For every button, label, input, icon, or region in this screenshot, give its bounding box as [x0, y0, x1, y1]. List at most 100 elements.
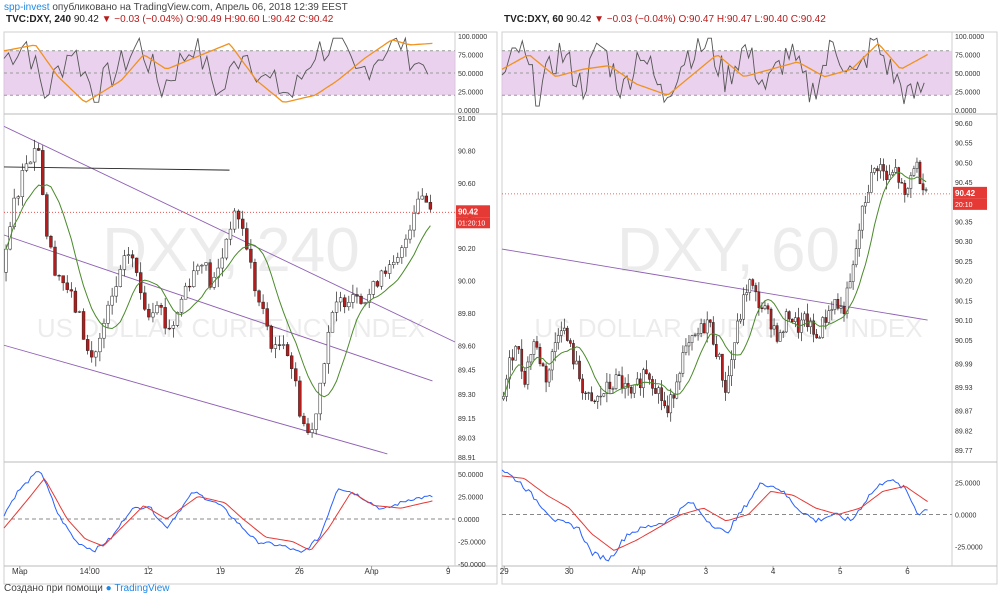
candle-bull [730, 359, 733, 377]
candle-bull [642, 369, 645, 389]
price-tick-label: 89.99 [955, 361, 973, 368]
candle-bull [532, 341, 536, 355]
price-tick-label: 90.60 [955, 121, 973, 128]
candle-bear [654, 388, 657, 394]
candle-bear [593, 400, 597, 403]
stoch-tick-label: 75.0000 [955, 53, 980, 60]
candle-bull [733, 342, 736, 360]
price-tick-label: 89.30 [458, 392, 476, 399]
candle-bull [915, 161, 919, 169]
candle-bull [314, 413, 318, 430]
candle-bear [249, 248, 253, 263]
candle-bear [424, 195, 429, 203]
candle-bear [651, 379, 654, 389]
candle-bear [45, 194, 49, 237]
charts-canvas[interactable]: TVC:DXY, 240 90.42 ▼ −0.03 (−0.04%) O:90… [0, 0, 1000, 600]
legend-text: TVC:DXY, 240 90.42 ▼ −0.03 (−0.04%) O:90… [6, 14, 334, 25]
candle-bull [693, 334, 697, 337]
candle-bull [745, 292, 749, 296]
macd-line [3, 471, 433, 553]
countdown-label: 20:10 [955, 202, 973, 209]
candle-bear [359, 295, 363, 304]
candle-bull [529, 354, 533, 363]
candle-bear [289, 355, 294, 369]
price-tick-label: 89.87 [955, 409, 973, 416]
candle-bear [620, 375, 624, 389]
price-tick-label: 90.55 [955, 141, 973, 148]
candle-bull [870, 172, 873, 193]
candle-bull [351, 294, 355, 303]
candle-bull [553, 342, 557, 352]
candle-bull [192, 270, 196, 287]
candle-bear [285, 344, 290, 357]
candle-bull [318, 382, 322, 415]
macd-signal-line [501, 475, 928, 551]
price-tick-label: 88.91 [458, 455, 476, 462]
tradingview-link[interactable]: TradingView [114, 583, 169, 594]
candle-bear [73, 290, 78, 313]
stoch-tick-label: 100.0000 [955, 34, 984, 41]
candle-bull [94, 351, 98, 358]
candle-bear [163, 307, 167, 329]
time-tick-label: 29 [500, 567, 509, 576]
candle-bear [375, 281, 380, 287]
candle-bull [690, 335, 694, 343]
candle-bull [678, 373, 682, 383]
candle-bear [343, 297, 347, 308]
price-tick-label: 90.35 [955, 219, 973, 226]
stoch-tick-label: 25.0000 [955, 90, 980, 97]
price-tick-label: 89.15 [458, 416, 476, 423]
candle-bear [921, 183, 925, 191]
candle-bull [587, 392, 590, 394]
candle-bull [110, 295, 114, 306]
candle-bear [663, 400, 666, 407]
candle-bull [28, 161, 33, 165]
candle-bear [842, 306, 846, 314]
price-tick-label: 90.05 [955, 338, 973, 345]
candle-bull [705, 319, 709, 334]
macd-tick-label: 25.0000 [458, 494, 483, 501]
candle-bull [330, 312, 335, 333]
candle-bull [784, 311, 788, 333]
candle-bull [412, 213, 416, 231]
price-tick-label: 90.30 [955, 239, 973, 246]
candle-bear [775, 325, 779, 342]
candle-bear [590, 392, 593, 402]
candle-bull [803, 313, 806, 321]
candle-bear [544, 365, 548, 383]
candle-bear [61, 275, 65, 284]
candle-bear [815, 334, 818, 339]
candle-bull [220, 257, 224, 269]
candle-bear [90, 350, 94, 358]
candle-bull [830, 309, 834, 311]
macd-signal-line [3, 478, 433, 551]
candle-bull [778, 332, 782, 342]
candle-bear [302, 415, 306, 425]
candle-bear [672, 394, 676, 399]
time-tick-label: 4 [771, 567, 776, 576]
footer: Создано при помощи ● TradingView [4, 583, 170, 594]
footer-created-text: Создано при помощи [4, 583, 103, 594]
stoch-tick-label: 0.0000 [955, 108, 977, 115]
candle-bull [224, 238, 229, 259]
macd-tick-label: -50.0000 [458, 562, 486, 569]
candle-bear [523, 370, 527, 385]
candle-bear [569, 340, 572, 344]
candle-bear [806, 313, 809, 328]
candle-bull [416, 198, 420, 214]
candle-bull [748, 279, 752, 293]
candle-bear [608, 381, 612, 390]
time-tick-label: 3 [704, 567, 709, 576]
candle-bull [879, 164, 882, 172]
stoch-tick-label: 0.0000 [458, 108, 480, 115]
price-tick-label: 90.25 [955, 259, 973, 266]
candle-bull [122, 255, 127, 270]
candle-bear [269, 325, 273, 349]
candle-bear [797, 317, 800, 333]
candle-bull [827, 310, 831, 323]
candle-bear [918, 161, 922, 184]
candle-bull [912, 168, 916, 176]
candle-bear [754, 285, 758, 293]
candle-bull [322, 363, 326, 384]
candle-bull [396, 257, 400, 263]
